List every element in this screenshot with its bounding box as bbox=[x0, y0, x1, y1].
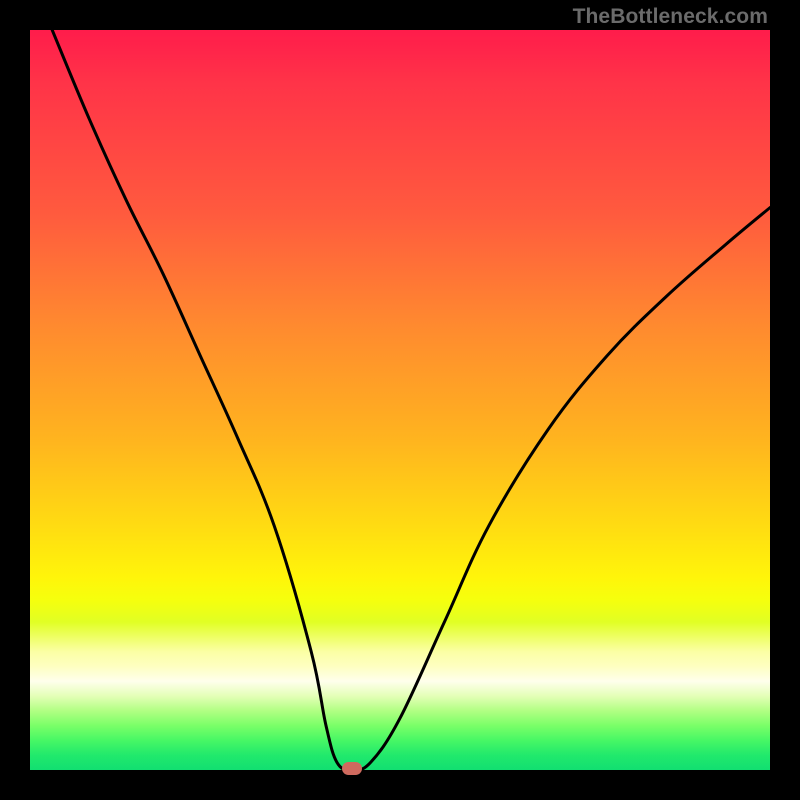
chart-frame: TheBottleneck.com bbox=[0, 0, 800, 800]
plot-area bbox=[30, 30, 770, 770]
watermark-text: TheBottleneck.com bbox=[573, 5, 768, 29]
bottleneck-curve bbox=[30, 30, 770, 770]
optimal-point-marker bbox=[342, 762, 362, 775]
